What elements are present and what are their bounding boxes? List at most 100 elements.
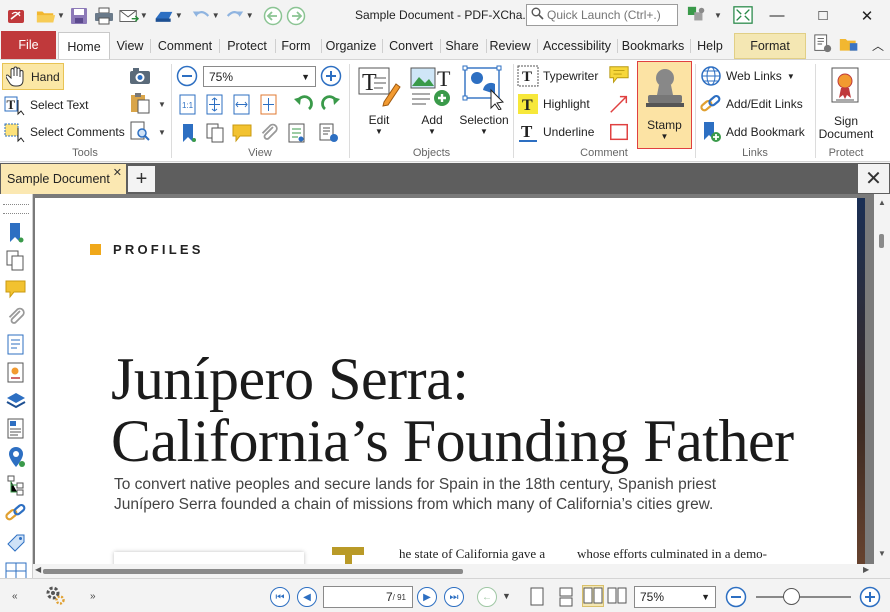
tab-form[interactable]: Form xyxy=(277,33,315,59)
facing-pages-icon[interactable] xyxy=(582,585,604,607)
scroll-right-icon[interactable]: ▶ xyxy=(863,565,869,574)
forward-view-icon[interactable] xyxy=(286,6,306,26)
sticky-note-icon[interactable] xyxy=(608,64,630,86)
destinations-icon[interactable] xyxy=(5,446,27,468)
tab-accessibility[interactable]: Accessibility xyxy=(540,33,614,59)
scan-dropdown-icon[interactable]: ▼ xyxy=(175,11,183,20)
undo-icon[interactable] xyxy=(191,6,211,26)
next-page-button[interactable]: ▶ xyxy=(417,587,437,607)
tab-home[interactable]: Home xyxy=(58,32,110,60)
tab-comment[interactable]: Comment xyxy=(154,33,216,59)
signatures-icon[interactable] xyxy=(5,362,27,384)
back-view-icon[interactable] xyxy=(263,6,283,26)
typewriter-button[interactable]: T Typewriter xyxy=(517,65,598,87)
settings-gear-icon[interactable] xyxy=(44,584,66,606)
undo-dropdown-icon[interactable]: ▼ xyxy=(212,11,220,20)
zoom-level-select[interactable]: 75% ▼ xyxy=(203,66,316,87)
pages-icon[interactable] xyxy=(5,250,27,272)
structure-icon[interactable] xyxy=(5,474,27,496)
comments-icon[interactable] xyxy=(5,278,27,300)
zoom-in-icon[interactable] xyxy=(320,65,342,87)
scroll-up-icon[interactable]: ▲ xyxy=(878,198,886,207)
add-objects-button[interactable]: T Add ▼ xyxy=(405,64,459,136)
layers-settings-icon[interactable] xyxy=(318,122,340,144)
select-comments-button[interactable]: Select Comments xyxy=(4,121,125,143)
fit-page-icon[interactable] xyxy=(204,94,226,116)
tab-convert[interactable]: Convert xyxy=(385,33,437,59)
new-tab-button[interactable]: + xyxy=(128,166,155,192)
page-number-input[interactable]: 7 / 91 xyxy=(323,586,413,608)
tab-format[interactable]: Format xyxy=(734,33,806,59)
last-page-button[interactable]: ⏭ xyxy=(444,587,464,607)
comments-panel-icon[interactable] xyxy=(231,122,253,144)
open-folder-tab-icon[interactable] xyxy=(839,34,859,54)
redo-dropdown-icon[interactable]: ▼ xyxy=(246,11,254,20)
first-page-button[interactable]: ⏮ xyxy=(270,587,290,607)
scan-icon[interactable] xyxy=(154,6,174,26)
tab-view[interactable]: View xyxy=(112,33,148,59)
sign-document-button[interactable]: Sign Document xyxy=(817,64,875,141)
scroll-down-icon[interactable]: ▼ xyxy=(878,549,886,558)
status-zoom-select[interactable]: 75% ▼ xyxy=(634,586,716,608)
previous-view-button[interactable]: ← xyxy=(477,587,497,607)
content-icon[interactable] xyxy=(5,334,27,356)
vertical-scrollbar[interactable]: ▲ ▼ xyxy=(874,194,890,564)
horizontal-scroll-thumb[interactable] xyxy=(43,569,463,574)
find-dropdown-icon[interactable]: ▼ xyxy=(158,128,166,137)
zoom-slider-track[interactable] xyxy=(756,596,851,598)
clipboard-icon[interactable] xyxy=(129,92,151,114)
continuous-page-icon[interactable] xyxy=(555,586,577,608)
add-edit-links-button[interactable]: Add/Edit Links xyxy=(700,93,803,115)
collapse-panel-icon[interactable]: « xyxy=(12,591,18,602)
rectangle-tool-icon[interactable] xyxy=(608,121,630,143)
document-tab[interactable]: Sample Document ✕ xyxy=(1,164,126,194)
web-links-button[interactable]: Web Links ▼ xyxy=(700,65,795,87)
print-icon[interactable] xyxy=(94,6,114,26)
close-document-button[interactable]: ✕ xyxy=(858,164,889,193)
tab-bookmarks[interactable]: Bookmarks xyxy=(620,33,686,59)
links-icon[interactable] xyxy=(5,502,27,524)
quick-launch-box[interactable] xyxy=(526,4,678,26)
tab-file[interactable]: File xyxy=(1,31,56,59)
hand-tool-button[interactable]: Hand xyxy=(2,63,64,90)
document-properties-icon[interactable] xyxy=(813,34,833,54)
tags-icon[interactable] xyxy=(5,532,27,554)
quick-launch-input[interactable] xyxy=(547,8,675,22)
zoom-out-icon[interactable] xyxy=(176,65,198,87)
zoom-in-status-icon[interactable] xyxy=(859,586,881,608)
bookmarks-icon[interactable] xyxy=(5,222,27,244)
close-window-button[interactable]: ✕ xyxy=(844,0,890,31)
status-dropdown-icon[interactable]: » xyxy=(90,591,96,602)
tab-organize[interactable]: Organize xyxy=(323,33,379,59)
rotate-right-icon[interactable] xyxy=(320,94,342,116)
find-icon[interactable] xyxy=(129,120,151,142)
maximize-button[interactable]: □ xyxy=(800,0,846,31)
tab-review[interactable]: Review xyxy=(488,33,532,59)
highlight-button[interactable]: T Highlight xyxy=(517,93,590,115)
save-icon[interactable] xyxy=(69,6,89,26)
rotate-left-icon[interactable] xyxy=(292,94,314,116)
vertical-scroll-thumb[interactable] xyxy=(879,234,884,248)
select-text-button[interactable]: T Select Text xyxy=(4,94,88,116)
arrow-tool-icon[interactable] xyxy=(608,93,630,115)
tab-help[interactable]: Help xyxy=(693,33,727,59)
articles-icon[interactable] xyxy=(5,418,27,440)
clipboard-dropdown-icon[interactable]: ▼ xyxy=(158,100,166,109)
collapse-ribbon-icon[interactable]: ︿ xyxy=(872,37,884,54)
zoom-slider-knob[interactable] xyxy=(783,588,800,605)
stamp-button[interactable]: Stamp ▼ xyxy=(637,61,692,149)
underline-button[interactable]: T Underline xyxy=(517,121,594,143)
facing-continuous-icon[interactable] xyxy=(606,585,628,607)
attachments-icon[interactable] xyxy=(5,306,27,328)
tab-protect[interactable]: Protect xyxy=(222,33,272,59)
bookmarks-panel-icon[interactable] xyxy=(177,122,199,144)
document-view[interactable]: PROFILES Junípero Serra: California’s Fo… xyxy=(33,194,874,564)
customize-toolbar-icon[interactable] xyxy=(687,5,707,25)
previous-page-button[interactable]: ◀ xyxy=(297,587,317,607)
single-page-icon[interactable] xyxy=(526,586,548,608)
view-history-dropdown-icon[interactable]: ▼ xyxy=(502,591,511,601)
minimize-button[interactable]: — xyxy=(754,0,800,31)
snapshot-icon[interactable] xyxy=(129,65,151,87)
fit-visible-icon[interactable] xyxy=(258,94,280,116)
edit-objects-button[interactable]: T Edit ▼ xyxy=(352,64,406,136)
